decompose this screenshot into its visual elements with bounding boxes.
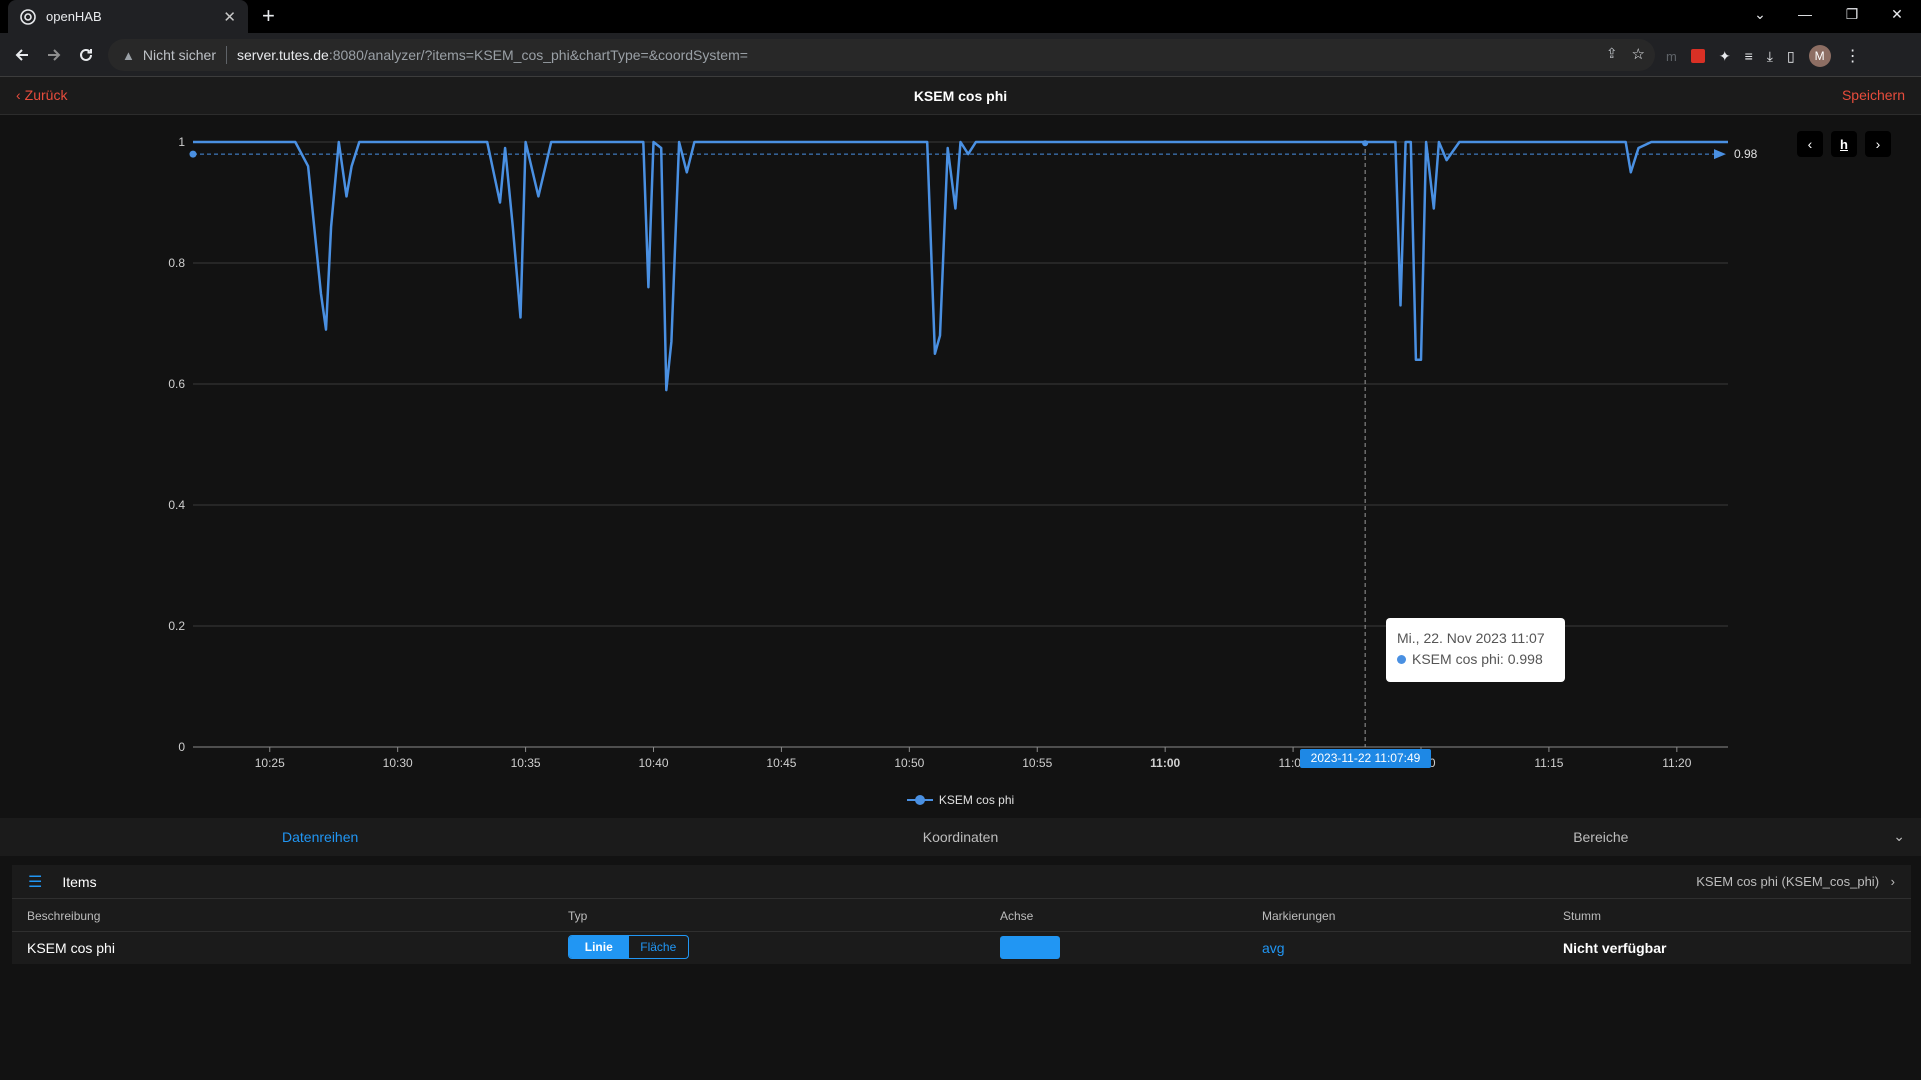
page-title: KSEM cos phi [913,88,1008,104]
new-tab-icon[interactable]: + [262,5,275,27]
x-tick-label: 10:50 [894,756,924,770]
minimize-icon[interactable]: — [1790,6,1820,22]
markings-link[interactable]: avg [1262,940,1285,956]
url-path: :8080/analyzer/?items=KSEM_cos_phi&chart… [328,47,748,63]
items-selection-label: KSEM cos phi (KSEM_cos_phi) [1696,874,1880,889]
line-chart[interactable]: 0 0.2 0.4 0.6 0.8 1 10:25 10:30 10:35 10:40 10:45 1… [0,115,1921,818]
save-button[interactable]: Speichern [1842,87,1905,103]
app-navbar: ‹ Zurück KSEM cos phi Speichern [0,77,1921,115]
chevron-right-icon: › [1890,874,1895,889]
series-line [193,140,1728,392]
url-host: server.tutes.de [237,47,329,63]
bookmark-star-icon[interactable]: ☆ [1632,45,1645,63]
browser-tabstrip: openHAB ✕ + ⌄ — ❐ ✕ [0,0,1921,33]
extension-m-icon[interactable]: m [1666,49,1677,64]
type-option-flaeche[interactable]: Fläche [629,936,689,958]
items-header[interactable]: ☰ Items KSEM cos phi (KSEM_cos_phi) › [12,865,1911,899]
col-header-beschreibung: Beschreibung [27,909,101,923]
x-tick-label: 10:55 [1022,756,1052,770]
series-dot-icon [1397,655,1406,664]
tab-close-icon[interactable]: ✕ [223,8,236,26]
x-tick-label: 10:40 [638,756,668,770]
browser-tab[interactable]: openHAB ✕ [8,0,248,33]
tab-search-chevron-icon[interactable]: ⌄ [1745,6,1775,23]
item-description: KSEM cos phi [27,940,115,956]
avg-marker-label: 0.98 [1734,147,1758,161]
x-tick-label: 10:45 [766,756,796,770]
extensions-puzzle-icon[interactable]: ✦ [1719,48,1731,65]
forward-arrow-icon[interactable] [42,43,66,67]
address-bar[interactable]: ▲ Nicht sicher server.tutes.de :8080/ana… [108,39,1655,71]
avg-marker-arrow [1714,149,1726,160]
col-header-stumm: Stumm [1563,909,1602,923]
tab-koordinaten[interactable]: Koordinaten [640,818,1280,856]
side-panel-icon[interactable]: ▯ [1787,48,1795,65]
download-icon[interactable]: ⤓ [1767,48,1773,65]
chart-area[interactable]: 0 0.2 0.4 0.6 0.8 1 10:25 10:30 10:35 10:40 10:45 1… [0,115,1921,818]
tooltip-series-row: KSEM cos phi: 0.998 [1397,649,1554,670]
y-tick-label: 0.6 [168,377,185,391]
x-tick-label: 10:30 [383,756,413,770]
x-tick-label: 11:00 [1150,756,1180,770]
x-tick-label: 10:35 [511,756,541,770]
chart-period-button[interactable]: h [1831,131,1857,157]
table-divider [12,931,1911,932]
tooltip-date: Mi., 22. Nov 2023 11:07 [1397,630,1545,646]
openhab-favicon-icon [20,8,36,25]
items-selection-link[interactable]: KSEM cos phi (KSEM_cos_phi) › [1696,874,1895,889]
browser-menu-icon[interactable]: ⋮ [1845,46,1861,66]
items-card: ☰ Items KSEM cos phi (KSEM_cos_phi) › Be… [12,865,1911,964]
mute-value: Nicht verfügbar [1563,940,1667,956]
cursor-point [1362,140,1369,147]
chart-legend[interactable]: KSEM cos phi [0,793,1921,807]
warning-icon[interactable]: ▲ [122,48,135,63]
chart-prev-button[interactable]: ‹ [1797,131,1823,157]
chart-tooltip: Mi., 22. Nov 2023 11:07 KSEM cos phi: 0.… [1386,618,1565,682]
restore-icon[interactable]: ❐ [1837,6,1867,23]
legend-label[interactable]: KSEM cos phi [939,793,1014,807]
chevron-down-icon[interactable]: ⌄ [1893,828,1905,845]
axis-pointer-label: 2023-11-22 11:07:49 [1300,749,1431,768]
section-tabs: Datenreihen Koordinaten Bereiche ⌄ [0,818,1921,856]
share-icon[interactable]: ⇪ [1606,45,1618,63]
chart-next-button[interactable]: › [1865,131,1891,157]
y-tick-label: 0.2 [168,619,185,633]
insecure-label[interactable]: Nicht sicher [143,47,216,63]
avg-marker-start [189,150,197,158]
x-tick-label: 11:20 [1662,756,1691,770]
list-icon: ☰ [28,873,43,891]
col-header-markierungen: Markierungen [1262,909,1336,923]
x-tick-label: 11:15 [1534,756,1563,770]
tab-bereiche[interactable]: Bereiche [1281,818,1921,856]
col-header-typ: Typ [568,909,588,923]
close-window-icon[interactable]: ✕ [1882,6,1912,23]
x-tick-label: 10:25 [255,756,285,770]
items-title: Items [62,873,97,890]
browser-toolbar: ▲ Nicht sicher server.tutes.de :8080/ana… [0,33,1921,77]
tooltip-series-value: KSEM cos phi: 0.998 [1412,651,1543,667]
type-option-linie[interactable]: Linie [569,936,629,958]
extension-red-icon[interactable] [1690,49,1705,63]
media-queue-icon[interactable]: ≡ [1745,48,1753,64]
profile-avatar[interactable]: M [1808,45,1831,67]
y-tick-label: 1 [178,135,185,149]
back-arrow-icon[interactable] [10,43,34,67]
tab-title: openHAB [46,9,102,24]
tab-datenreihen[interactable]: Datenreihen [0,818,640,856]
y-tick-label: 0.4 [168,498,185,512]
legend-swatch-icon [906,795,933,805]
omnibox-divider [226,46,228,64]
reload-icon[interactable] [74,43,98,67]
y-tick-label: 0.8 [168,256,185,270]
type-segmented-control[interactable]: Linie Fläche [568,935,689,959]
y-tick-label: 0 [178,740,185,754]
col-header-achse: Achse [1000,909,1034,923]
axis-color-button[interactable] [1000,936,1060,959]
